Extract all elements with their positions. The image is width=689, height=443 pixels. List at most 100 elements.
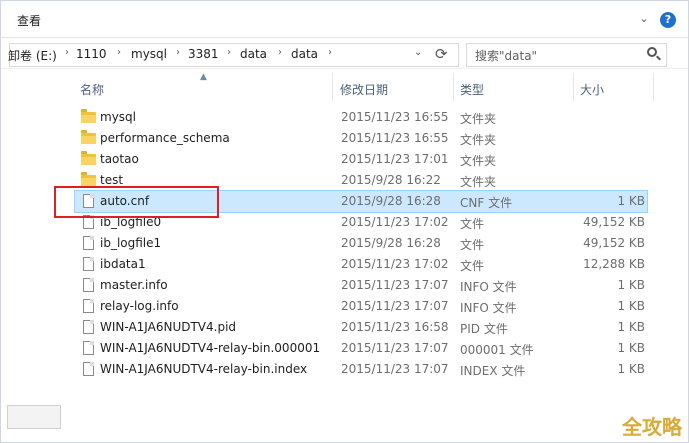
file-type: 文件夹: [460, 154, 497, 168]
breadcrumb-separator-icon[interactable]: ›: [328, 47, 332, 58]
file-name: performance_schema: [100, 131, 230, 145]
folder-icon: [81, 151, 96, 165]
file-modified-date: 2015/9/28 16:28: [341, 236, 441, 250]
search-input[interactable]: 搜索"data": [475, 47, 537, 64]
column-header-date[interactable]: 修改日期: [340, 81, 388, 98]
file-size: 49,152 KB: [583, 236, 645, 250]
breadcrumb-separator-icon[interactable]: ›: [117, 47, 121, 58]
explorer-window: 查看 ⌄ ? 卸卷 (E:) › 1110 › mysql › 3381 › d…: [0, 0, 689, 443]
file-modified-date: 2015/11/23 16:55: [341, 110, 449, 124]
file-size: 1 KB: [617, 278, 645, 292]
column-header-row: ▲ 名称 修改日期 类型 大小: [1, 72, 688, 101]
breadcrumb-1110[interactable]: 1110: [76, 47, 107, 61]
file-type: 文件夹: [460, 112, 497, 126]
file-modified-date: 2015/11/23 16:55: [341, 131, 449, 145]
file-row[interactable]: master.info 2015/11/23 17:07 INFO 文件 1 KB: [75, 275, 647, 296]
file-modified-date: 2015/11/23 17:07: [341, 362, 449, 376]
file-icon: [83, 236, 94, 250]
file-icon: [83, 320, 94, 334]
file-modified-date: 2015/9/28 16:28: [341, 194, 441, 208]
file-size: 1 KB: [617, 320, 645, 334]
file-name: WIN-A1JA6NUDTV4-relay-bin.000001: [100, 341, 321, 355]
file-name: ib_logfile1: [100, 236, 162, 250]
file-name: relay-log.info: [100, 299, 179, 313]
highlight-annotation-box: [54, 186, 219, 218]
file-size: 1 KB: [617, 299, 645, 313]
file-icon: [83, 299, 94, 313]
file-row[interactable]: relay-log.info 2015/11/23 17:07 INFO 文件 1 K…: [75, 296, 647, 317]
column-divider[interactable]: [332, 73, 333, 101]
file-type: 文件夹: [460, 133, 497, 147]
file-name: mysql: [100, 110, 136, 124]
file-size: 49,152 KB: [583, 215, 645, 229]
file-name: ibdata1: [100, 257, 146, 271]
search-icon[interactable]: [647, 47, 657, 57]
file-type: INFO 文件: [460, 301, 517, 315]
address-bar[interactable]: 卸卷 (E:) › 1110 › mysql › 3381 › data › d…: [8, 43, 459, 67]
file-modified-date: 2015/11/23 16:58: [341, 320, 449, 334]
file-row[interactable]: mysql 2015/11/23 16:55 文件夹: [75, 107, 647, 128]
folder-icon: [81, 172, 96, 186]
folder-icon: [81, 130, 96, 144]
file-name: master.info: [100, 278, 168, 292]
column-divider[interactable]: [453, 73, 454, 101]
file-modified-date: 2015/11/23 17:07: [341, 299, 449, 313]
column-divider[interactable]: [573, 73, 574, 101]
file-row[interactable]: taotao 2015/11/23 17:01 文件夹: [75, 149, 647, 170]
file-icon: [83, 257, 94, 271]
file-modified-date: 2015/11/23 17:02: [341, 215, 449, 229]
file-type: PID 文件: [460, 322, 508, 336]
search-box[interactable]: 搜索"data": [466, 43, 667, 67]
file-row[interactable]: WIN-A1JA6NUDTV4.pid 2015/11/23 16:58 PID 文…: [75, 317, 647, 338]
breadcrumb-3381[interactable]: 3381: [188, 47, 219, 61]
file-modified-date: 2015/11/23 17:07: [341, 341, 449, 355]
file-icon: [83, 341, 94, 355]
column-header-size[interactable]: 大小: [580, 81, 604, 98]
breadcrumb-data-current[interactable]: data: [291, 47, 318, 61]
file-type: INDEX 文件: [460, 364, 526, 378]
refresh-icon[interactable]: ⟳: [435, 45, 448, 63]
column-divider[interactable]: [653, 73, 654, 101]
address-dropdown-icon[interactable]: ⌄: [414, 47, 422, 58]
file-row[interactable]: WIN-A1JA6NUDTV4-relay-bin.index 2015/11/2…: [75, 359, 647, 380]
file-type: 文件: [460, 238, 485, 252]
file-type: 文件: [460, 259, 485, 273]
file-type: INFO 文件: [460, 280, 517, 294]
breadcrumb-separator-icon[interactable]: ›: [278, 47, 282, 58]
file-icon: [83, 278, 94, 292]
file-type: 文件夹: [460, 175, 497, 189]
file-row[interactable]: performance_schema 2015/11/23 16:55 文件夹: [75, 128, 647, 149]
file-size: 1 KB: [617, 362, 645, 376]
folder-icon: [81, 109, 96, 123]
address-row: 卸卷 (E:) › 1110 › mysql › 3381 › data › d…: [1, 38, 688, 69]
file-name: WIN-A1JA6NUDTV4.pid: [100, 320, 237, 334]
file-size: 12,288 KB: [583, 257, 645, 271]
breadcrumb-separator-icon[interactable]: ›: [65, 47, 69, 58]
file-size: 1 KB: [617, 341, 645, 355]
help-icon[interactable]: ?: [660, 12, 676, 28]
breadcrumb-separator-icon[interactable]: ›: [176, 47, 180, 58]
file-size: 1 KB: [617, 194, 645, 208]
file-row[interactable]: WIN-A1JA6NUDTV4-relay-bin.000001 2015/11/…: [75, 338, 647, 359]
file-modified-date: 2015/11/23 17:07: [341, 278, 449, 292]
column-header-type[interactable]: 类型: [460, 81, 484, 98]
status-bar-view-button[interactable]: [7, 405, 61, 429]
file-name: WIN-A1JA6NUDTV4-relay-bin.index: [100, 362, 308, 376]
sort-ascending-icon: ▲: [200, 72, 207, 82]
view-menu-tab[interactable]: 查看: [17, 12, 41, 29]
breadcrumb-drive[interactable]: 卸卷 (E:): [8, 47, 57, 64]
file-type: CNF 文件: [460, 196, 513, 210]
chevron-down-icon[interactable]: ⌄: [637, 12, 651, 26]
breadcrumb-mysql[interactable]: mysql: [131, 47, 167, 61]
ribbon-bar: 查看 ⌄ ?: [1, 1, 688, 38]
file-name: taotao: [100, 152, 139, 166]
file-type: 000001 文件: [460, 343, 534, 357]
file-name: test: [100, 173, 124, 187]
breadcrumb-data[interactable]: data: [240, 47, 267, 61]
column-header-name[interactable]: 名称: [80, 81, 104, 98]
file-type: 文件: [460, 217, 485, 231]
file-modified-date: 2015/11/23 17:01: [341, 152, 449, 166]
file-row[interactable]: ib_logfile1 2015/9/28 16:28 文件 49,152 KB: [75, 233, 647, 254]
file-row[interactable]: ibdata1 2015/11/23 17:02 文件 12,288 KB: [75, 254, 647, 275]
breadcrumb-separator-icon[interactable]: ›: [227, 47, 231, 58]
